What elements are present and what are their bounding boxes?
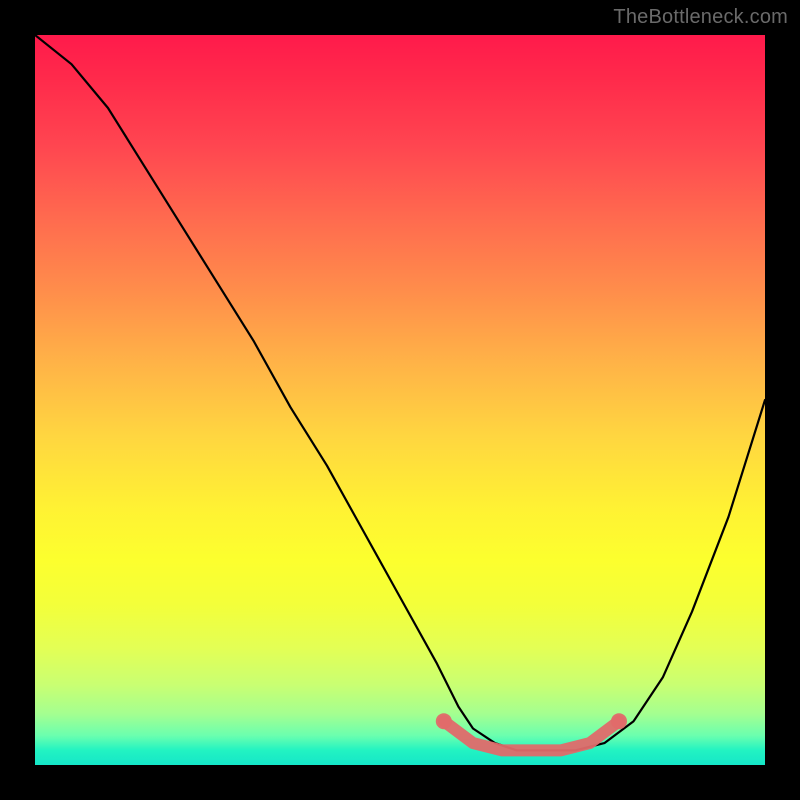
optimal-range-end-dot — [611, 713, 627, 729]
bottleneck-curve — [35, 35, 765, 750]
chart-frame: TheBottleneck.com — [0, 0, 800, 800]
chart-overlay — [35, 35, 765, 765]
watermark-text: TheBottleneck.com — [613, 6, 788, 29]
optimal-range-end-dot — [436, 713, 452, 729]
plot-area — [35, 35, 765, 765]
